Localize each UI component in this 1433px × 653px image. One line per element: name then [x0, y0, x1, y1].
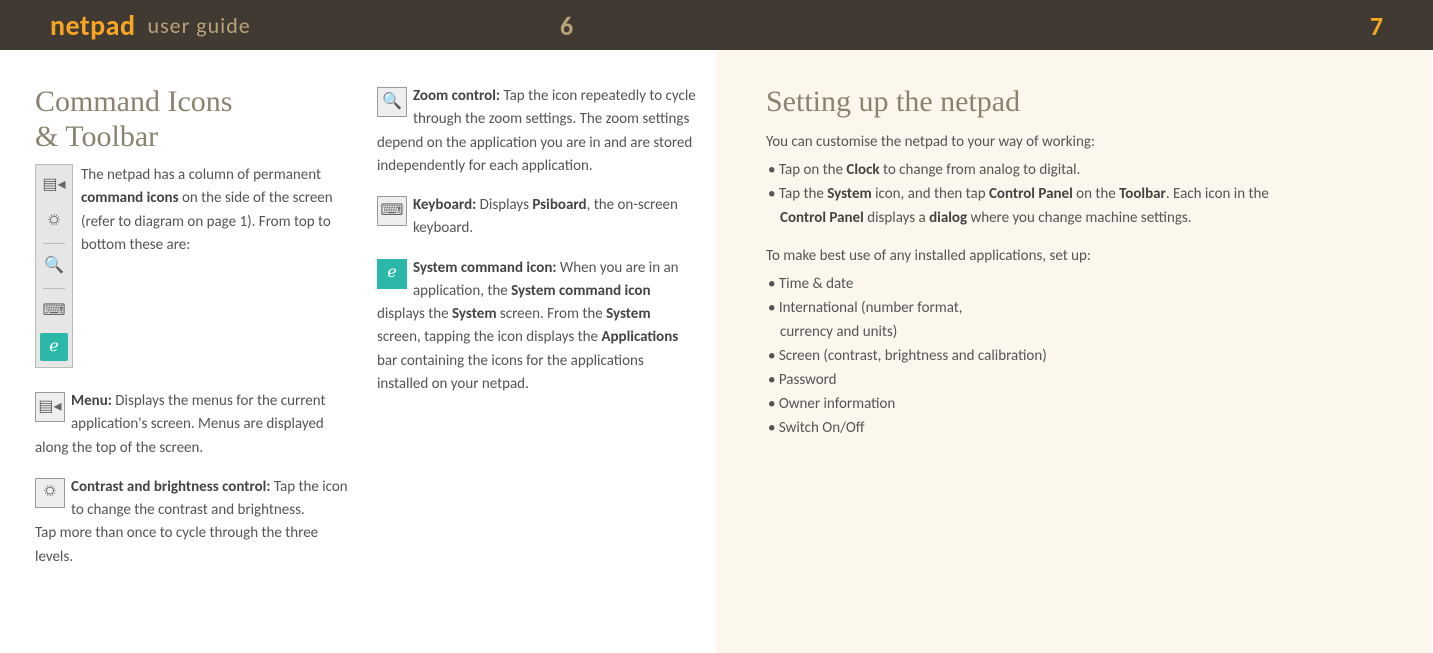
text: currency and units) — [768, 320, 1382, 344]
bold-text: command icons — [81, 189, 179, 207]
brightness-icon: ☼ — [40, 207, 68, 235]
system-icon: ℯ — [40, 333, 68, 361]
zoom-icon: 🔍 — [40, 252, 68, 280]
bold-text: System — [606, 305, 650, 323]
bold-text: Clock — [846, 161, 879, 179]
keyboard-paragraph: ⌨ Keyboard: Displays Psiboard, the on-sc… — [377, 194, 696, 241]
text: where you change machine settings. — [967, 209, 1191, 227]
right-page: Setting up the netpad You can customise … — [716, 50, 1432, 653]
text: on the — [1073, 185, 1119, 203]
page-number-right: 7 — [1370, 10, 1383, 42]
text: Tap more than once to cycle through the … — [35, 524, 318, 565]
list-item: Time & date — [766, 272, 1382, 296]
list-item: International (number format, currency an… — [766, 296, 1382, 344]
bold-text: System — [452, 305, 496, 323]
intro-paragraph: The netpad has a column of permanent com… — [35, 164, 359, 368]
text: . Each icon in the — [1166, 185, 1269, 203]
divider — [43, 243, 65, 244]
label: Menu: — [71, 392, 112, 410]
list-item: Switch On/Off — [766, 416, 1382, 440]
brand-text: netpad — [50, 8, 136, 43]
zoom-paragraph: 🔍 Zoom control: Tap the icon repeatedly … — [377, 85, 696, 178]
label: Zoom control: — [413, 87, 500, 105]
column-2: 🔍 Zoom control: Tap the icon repeatedly … — [377, 85, 696, 633]
keyboard-icon: ⌨ — [40, 297, 68, 325]
section-title-right: Setting up the netpad — [766, 85, 1382, 120]
text: bar containing the icons for the applica… — [377, 352, 644, 393]
text: Displays — [476, 196, 532, 214]
text: International (number format, — [779, 299, 963, 317]
brightness-icon: ☼ — [35, 478, 65, 508]
text: displays a — [864, 209, 929, 227]
title-line1: Command Icons — [35, 85, 232, 118]
text: Tap the — [779, 185, 827, 203]
setup-intro: To make best use of any installed applic… — [766, 244, 1382, 268]
system-paragraph: ℯ System command icon: When you are in a… — [377, 257, 696, 397]
list-item: Password — [766, 368, 1382, 392]
bold-text: System — [827, 185, 871, 203]
bold-text: System command icon — [511, 282, 650, 300]
setup-list: Time & date International (number format… — [766, 272, 1382, 440]
column-1: Command Icons & Toolbar ▤◂ ☼ 🔍 ⌨ ℯ The n… — [35, 85, 359, 633]
label: Keyboard: — [413, 196, 476, 214]
menu-icon: ▤◂ — [40, 171, 68, 199]
text: icon, and then tap — [872, 185, 989, 203]
bold-text: Control Panel — [780, 209, 864, 227]
contrast-paragraph: ☼ Contrast and brightness control: Tap t… — [35, 476, 359, 569]
label: Contrast and brightness control: — [71, 478, 270, 496]
text: screen. From the — [497, 305, 607, 323]
text: Tap on the — [779, 161, 847, 179]
header-bar: netpad user guide 6 7 — [0, 0, 1433, 50]
system-icon: ℯ — [377, 259, 407, 289]
list-item: Owner information — [766, 392, 1382, 416]
left-page: Command Icons & Toolbar ▤◂ ☼ 🔍 ⌨ ℯ The n… — [0, 50, 716, 653]
divider — [43, 288, 65, 289]
text: The netpad has a column of permanent — [81, 166, 321, 184]
bold-text: Psiboard — [532, 196, 586, 214]
list-item: Tap the System icon, and then tap Contro… — [766, 182, 1382, 230]
zoom-icon: 🔍 — [377, 87, 407, 117]
bold-text: dialog — [929, 209, 967, 227]
text: to change from analog to digital. — [880, 161, 1081, 179]
bold-text: Control Panel — [989, 185, 1073, 203]
text: screen, tapping the icon displays the — [377, 328, 601, 346]
bold-text: Toolbar — [1119, 185, 1166, 203]
intro-text: You can customise the netpad to your way… — [766, 130, 1382, 154]
section-title-left: Command Icons & Toolbar — [35, 85, 359, 154]
label: System command icon: — [413, 259, 557, 277]
customise-list: Tap on the Clock to change from analog t… — [766, 158, 1382, 230]
menu-paragraph: ▤◂ Menu: Displays the menus for the curr… — [35, 390, 359, 460]
bold-text: Applications — [601, 328, 678, 346]
keyboard-icon: ⌨ — [377, 196, 407, 226]
list-item: Tap on the Clock to change from analog t… — [766, 158, 1382, 182]
command-icon-strip: ▤◂ ☼ 🔍 ⌨ ℯ — [35, 164, 73, 368]
title-line2: & Toolbar — [35, 120, 158, 153]
menu-icon: ▤◂ — [35, 392, 65, 422]
content-area: Command Icons & Toolbar ▤◂ ☼ 🔍 ⌨ ℯ The n… — [0, 50, 1433, 653]
text: displays the — [377, 305, 452, 323]
guide-label: user guide — [148, 12, 251, 39]
list-item: Screen (contrast, brightness and calibra… — [766, 344, 1382, 368]
page-number-left: 6 — [560, 10, 573, 42]
